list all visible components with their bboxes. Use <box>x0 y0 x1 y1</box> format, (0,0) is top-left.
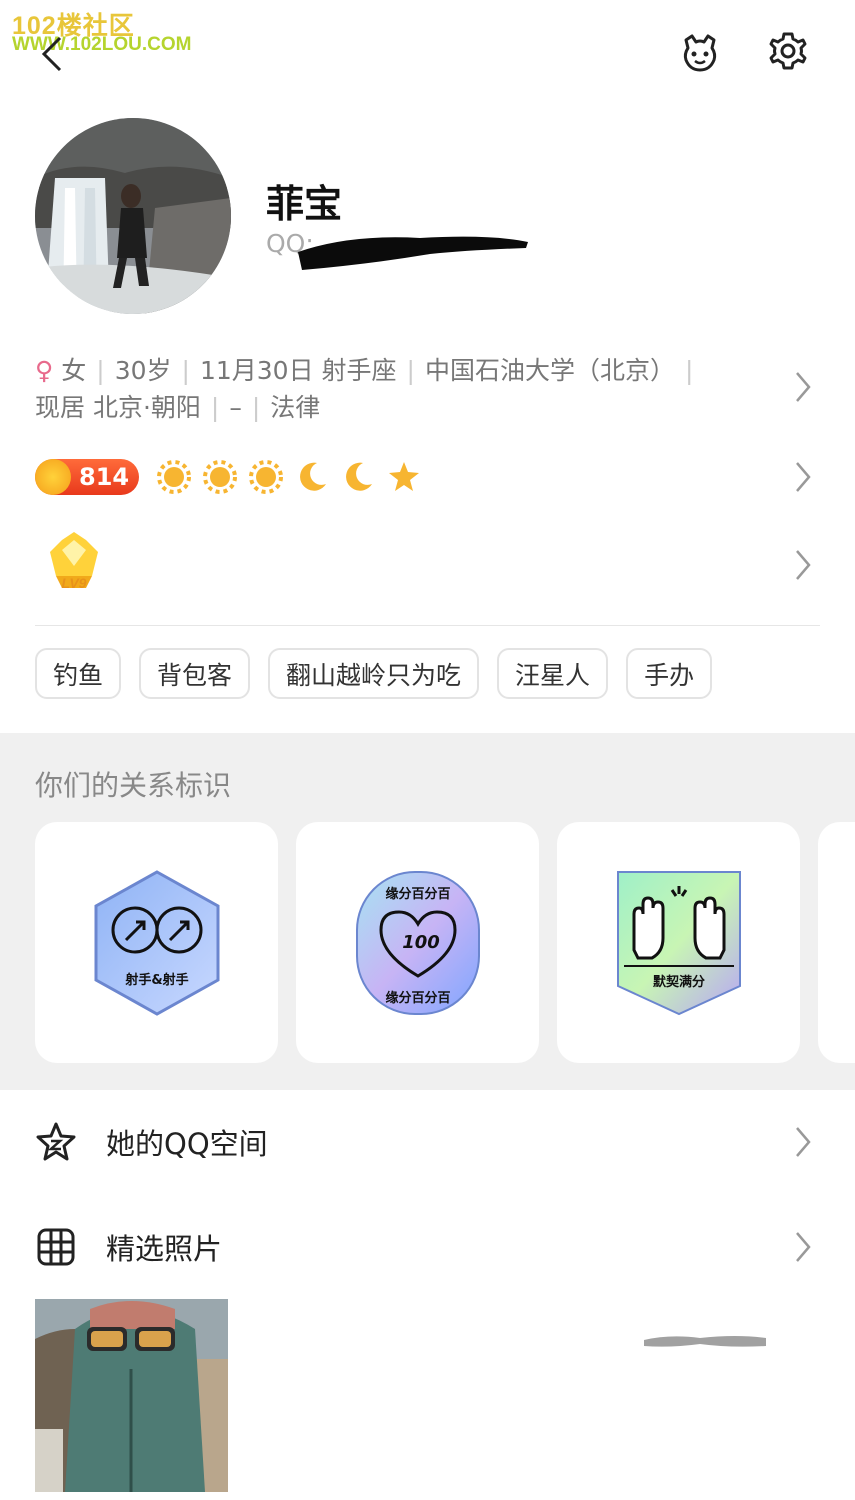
qzone-label: 她的QQ空间 <box>106 1127 268 1161</box>
avatar-photo <box>35 118 231 314</box>
fate-badge-icon: 缘分百分百 100 缘分百分百 <box>355 870 480 1015</box>
hometown-text: – <box>229 393 242 422</box>
info-chevron-icon[interactable] <box>794 370 812 404</box>
fate-badge-top-label: 缘分百分百 <box>385 886 450 902</box>
zodiac-badge-icon: 射手&射手 <box>94 869 219 1016</box>
level-badges <box>157 460 421 494</box>
vip-level-text: LV9 <box>62 575 87 591</box>
tag-item[interactable]: 手办 <box>626 648 713 699</box>
birthday-text: 11月30日 射手座 <box>199 356 397 385</box>
selected-photo[interactable] <box>35 1299 228 1492</box>
qzone-row[interactable]: 她的QQ空间 <box>0 1107 855 1177</box>
photos-label: 精选照片 <box>106 1232 223 1266</box>
relation-card-zodiac[interactable]: 射手&射手 <box>35 822 278 1063</box>
gender-female-icon: ♀ <box>35 356 54 385</box>
tacit-badge-icon: 默契满分 <box>616 870 741 1015</box>
tag-item[interactable]: 翻山越岭只为吃 <box>268 648 480 699</box>
moon-icon <box>346 462 372 491</box>
relation-card-fate[interactable]: 缘分百分百 100 缘分百分百 <box>296 822 539 1063</box>
tag-item[interactable]: 钓鱼 <box>35 648 122 699</box>
fate-badge-number: 100 <box>402 932 440 953</box>
profile-info[interactable]: ♀ 女 | 30岁 | 11月30日 射手座 | 中国石油大学（北京） | 现居 北京·朝阳 |… <box>35 352 775 426</box>
photos-chevron-icon[interactable] <box>794 1230 812 1264</box>
qzone-star-icon <box>36 1122 76 1161</box>
qzone-chevron-icon[interactable] <box>794 1125 812 1159</box>
chevron-left-icon[interactable] <box>38 36 68 72</box>
relation-title: 你们的关系标识 <box>35 769 232 802</box>
tacit-badge-label: 默契满分 <box>652 974 704 990</box>
info-line-2: 现居 北京·朝阳 | – | 法律 <box>35 393 321 422</box>
photos-row[interactable]: 精选照片 <box>0 1212 855 1282</box>
pet-face-icon[interactable] <box>678 30 722 74</box>
gender-text: 女 <box>61 356 87 385</box>
interest-tags: 钓鱼 背包客 翻山越岭只为吃 汪星人 手办 <box>35 648 713 699</box>
vip-chevron-icon[interactable] <box>794 548 812 582</box>
sun-icon <box>157 460 191 494</box>
occupation-text: 法律 <box>270 393 321 422</box>
age-text: 30岁 <box>114 356 172 385</box>
tag-item[interactable]: 汪星人 <box>497 648 609 699</box>
profile-name: 菲宝 <box>266 182 343 226</box>
redaction-scribble <box>644 1336 766 1347</box>
moon-icon <box>300 462 326 491</box>
sun-icon <box>249 460 283 494</box>
star-icon <box>389 462 419 491</box>
redaction-mark <box>298 236 528 270</box>
fate-badge-bottom-label: 缘分百分百 <box>385 990 450 1006</box>
coin-badge: 814 <box>35 459 139 495</box>
sun-icon <box>203 460 237 494</box>
photo-image <box>35 1299 228 1492</box>
qq-level-row[interactable]: 814 <box>35 459 421 495</box>
coin-value: 814 <box>79 463 130 491</box>
level-chevron-icon[interactable] <box>794 460 812 494</box>
relation-card-tacit[interactable]: 默契满分 <box>557 822 800 1063</box>
coin-icon <box>35 459 71 495</box>
gear-icon[interactable] <box>766 30 810 74</box>
relation-card-partial[interactable] <box>818 822 855 1063</box>
info-line-1: ♀ 女 | 30岁 | 11月30日 射手座 | 中国石油大学（北京） | <box>35 356 694 385</box>
school-text: 中国石油大学（北京） <box>424 356 675 385</box>
tag-item[interactable]: 背包客 <box>139 648 251 699</box>
avatar[interactable] <box>35 118 231 314</box>
vip-crown-icon[interactable]: LV9 <box>42 530 106 598</box>
residence-text: 现居 北京·朝阳 <box>35 393 201 422</box>
divider <box>35 625 820 626</box>
grid-icon <box>37 1228 75 1266</box>
zodiac-badge-label: 射手&射手 <box>124 972 188 988</box>
